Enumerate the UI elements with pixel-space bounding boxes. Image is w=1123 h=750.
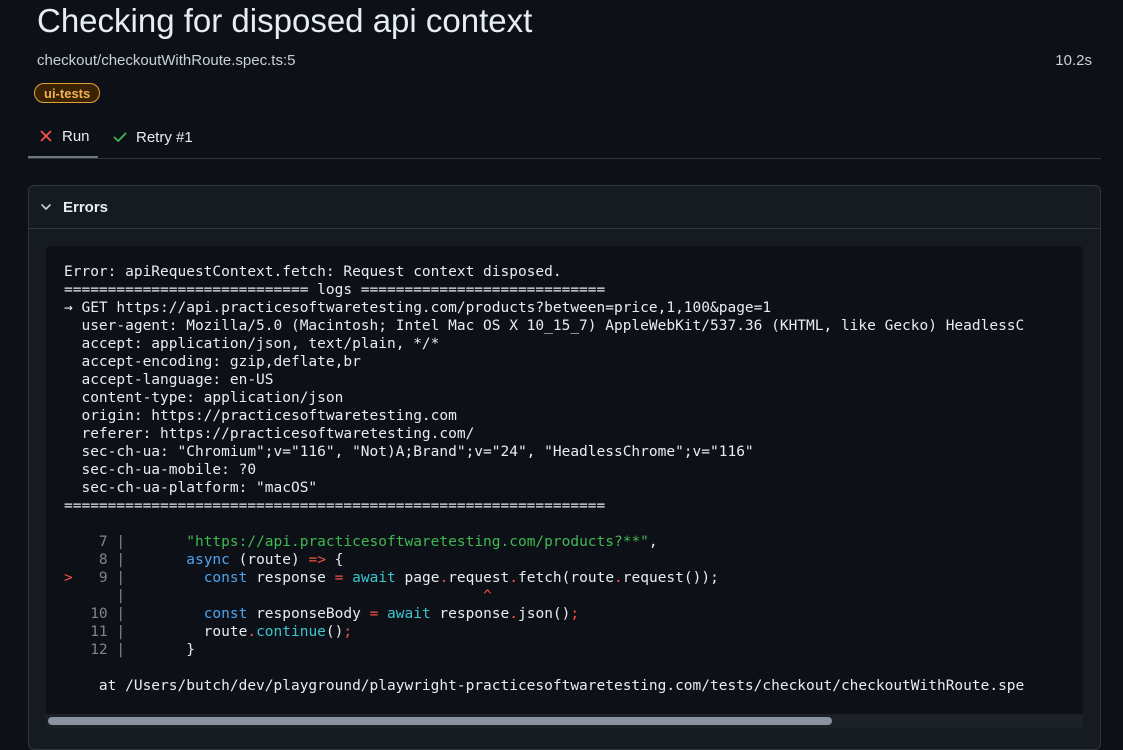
- errors-section-toggle[interactable]: Errors: [29, 186, 1100, 229]
- tab-run-label: Run: [62, 127, 90, 145]
- code-token: continue: [256, 624, 326, 640]
- error-marker: >: [64, 570, 73, 586]
- log-line: sec-ch-ua-mobile: ?0: [64, 462, 257, 478]
- line-number: 9 |: [72, 570, 134, 586]
- horizontal-scrollbar[interactable]: [46, 714, 1083, 728]
- errors-section-label: Errors: [63, 198, 109, 216]
- code-token: route: [133, 624, 248, 640]
- error-marker: [64, 624, 73, 640]
- code-token: }: [133, 642, 195, 658]
- code-token: responseBody: [247, 606, 370, 622]
- code-line: | ^: [64, 588, 492, 604]
- x-icon: [38, 128, 54, 144]
- scrollbar-thumb[interactable]: [48, 717, 832, 725]
- code-token: .: [614, 570, 623, 586]
- code-token: await: [387, 606, 431, 622]
- test-title: Checking for disposed api context: [37, 2, 533, 39]
- code-token: request: [448, 570, 510, 586]
- line-number: 7 |: [72, 534, 134, 550]
- log-line: sec-ch-ua: "Chromium";v="116", "Not)A;Br…: [64, 444, 754, 460]
- log-line: accept-encoding: gzip,deflate,br: [64, 354, 361, 370]
- code-token: .: [509, 606, 518, 622]
- code-token: request());: [622, 570, 719, 586]
- tab-run[interactable]: Run: [28, 116, 98, 158]
- line-number: 10 |: [72, 606, 134, 622]
- log-line: origin: https://practicesoftwaretesting.…: [64, 408, 457, 424]
- log-line: content-type: application/json: [64, 390, 344, 406]
- code-token: .: [439, 570, 449, 586]
- log-line: accept: application/json, text/plain, */…: [64, 336, 440, 352]
- code-token: ;: [570, 606, 580, 622]
- log-line: ========================================…: [64, 498, 606, 514]
- result-tabs: Run Retry #1: [28, 116, 1101, 159]
- error-marker: [64, 552, 73, 568]
- code-token: json(): [518, 606, 571, 622]
- code-line: 8 | async (route) => {: [64, 552, 343, 568]
- code-token: "https://api.practicesoftwaretesting.com…: [186, 534, 649, 550]
- error-marker: [64, 642, 73, 658]
- check-icon: [112, 129, 128, 145]
- error-marker: [64, 534, 73, 550]
- code-token: =: [369, 606, 379, 622]
- code-token: await: [352, 570, 396, 586]
- line-number: 11 |: [72, 624, 134, 640]
- code-token: {: [325, 552, 344, 568]
- code-token: .: [509, 570, 519, 586]
- log-line: → GET https://api.practicesoftwaretestin…: [64, 300, 772, 316]
- error-marker: [64, 606, 73, 622]
- code-token: .: [247, 624, 257, 640]
- test-duration: 10.2s: [1055, 52, 1092, 69]
- code-token: const: [203, 570, 248, 586]
- code-token: fetch(route: [518, 570, 615, 586]
- code-token: ;: [343, 624, 353, 640]
- code-token: (route): [229, 552, 309, 568]
- code-line: 7 | "https://api.practicesoftwaretesting…: [64, 534, 658, 550]
- code-token: page: [395, 570, 440, 586]
- error-output: Error: apiRequestContext.fetch: Request …: [46, 246, 1083, 728]
- tab-retry-1[interactable]: Retry #1: [112, 116, 193, 158]
- code-token: (): [325, 624, 344, 640]
- line-number: |: [72, 588, 134, 604]
- tag-badge[interactable]: ui-tests: [34, 83, 101, 103]
- tab-retry-label: Retry #1: [136, 128, 193, 146]
- log-line: Error: apiRequestContext.fetch: Request …: [64, 264, 562, 280]
- code-line: > 9 | const response = await page.reques…: [64, 570, 719, 586]
- stack-trace: at /Users/butch/dev/playground/playwrigh…: [64, 678, 1025, 694]
- log-line: ============================ logs ======…: [64, 282, 606, 298]
- code-line: 12 | }: [64, 642, 195, 658]
- error-message: Error: apiRequestContext.fetch: Request …: [64, 263, 1024, 695]
- log-line: referer: https://practicesoftwaretesting…: [64, 426, 475, 442]
- chevron-down-icon: [39, 200, 53, 214]
- log-line: accept-language: en-US: [64, 372, 274, 388]
- errors-panel: Errors Error: apiRequestContext.fetch: R…: [28, 185, 1101, 750]
- code-token: ,: [648, 534, 658, 550]
- code-token: ^: [483, 588, 492, 604]
- line-number: 8 |: [72, 552, 134, 568]
- log-line: user-agent: Mozilla/5.0 (Macintosh; Inte…: [64, 318, 1025, 334]
- code-token: =>: [308, 552, 326, 568]
- code-line: 11 | route.continue();: [64, 624, 352, 640]
- log-line: sec-ch-ua-platform: "macOS": [64, 480, 318, 496]
- line-number: 12 |: [72, 642, 134, 658]
- code-line: 10 | const responseBody = await response…: [64, 606, 579, 622]
- error-marker: [64, 588, 73, 604]
- test-file-location: checkout/checkoutWithRoute.spec.ts:5: [37, 52, 296, 69]
- code-token: async: [186, 552, 230, 568]
- code-token: response: [247, 570, 335, 586]
- code-token: const: [203, 606, 248, 622]
- code-token: response: [430, 606, 510, 622]
